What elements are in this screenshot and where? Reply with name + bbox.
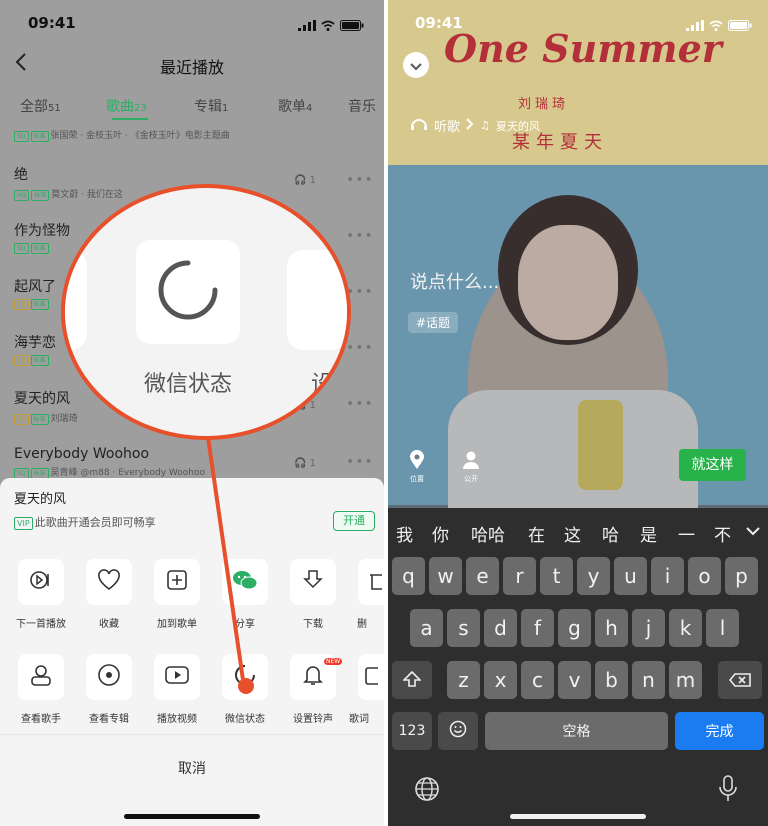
home-indicator — [510, 814, 646, 819]
magnifier-callout: 微信状态 设 — [61, 184, 351, 440]
right-screen: One Summer 刘瑞琦 某年夏天 09:41 听歌 ♫ 夏天的风 说点什么… — [388, 0, 768, 826]
shift-icon — [402, 668, 422, 692]
key-c[interactable]: c — [521, 661, 554, 699]
collapse-button[interactable] — [403, 52, 429, 78]
signal-icon — [686, 16, 704, 35]
key-q[interactable]: q — [392, 557, 425, 595]
key-m[interactable]: m — [669, 661, 702, 699]
done-key[interactable]: 完成 — [675, 712, 764, 750]
backspace-key[interactable] — [718, 661, 762, 699]
suggestion[interactable]: 哈哈 — [471, 521, 505, 546]
topic-chip[interactable]: #话题 — [408, 312, 459, 333]
key-d[interactable]: d — [484, 609, 517, 647]
suggestion[interactable]: 一 — [678, 521, 695, 546]
listen-song: 夏天的风 — [495, 119, 540, 133]
suggestion[interactable]: 在 — [528, 521, 545, 546]
key-o[interactable]: o — [688, 557, 721, 595]
chevron-down-icon — [410, 56, 422, 75]
loading-ring-icon — [157, 259, 219, 325]
location-label: 位置 — [410, 475, 424, 483]
poster-artist: 刘瑞琦 — [518, 97, 570, 112]
visibility-button[interactable]: 公开 — [462, 450, 480, 484]
key-l[interactable]: l — [706, 609, 739, 647]
key-v[interactable]: v — [558, 661, 591, 699]
zoomed-wechat-status-tile — [136, 240, 240, 344]
zoomed-label-partial: 设 — [311, 372, 334, 397]
person-icon — [462, 450, 480, 474]
visibility-label: 公开 — [464, 475, 478, 483]
listen-row[interactable]: 听歌 ♫ 夏天的风 — [410, 116, 540, 135]
listen-icon — [410, 117, 428, 135]
shift-key[interactable] — [392, 661, 432, 699]
location-button[interactable]: 位置 — [408, 450, 426, 484]
key-g[interactable]: g — [558, 609, 591, 647]
emoji-key[interactable] — [438, 712, 478, 750]
key-x[interactable]: x — [484, 661, 517, 699]
key-b[interactable]: b — [595, 661, 628, 699]
suggestion[interactable]: 你 — [432, 521, 449, 546]
key-i[interactable]: i — [651, 557, 684, 595]
chevron-right-icon — [466, 117, 474, 134]
collapse-suggestions-button[interactable] — [738, 516, 768, 544]
suggestion[interactable]: 不 — [714, 521, 731, 546]
key-h[interactable]: h — [595, 609, 628, 647]
key-n[interactable]: n — [632, 661, 665, 699]
microphone-icon — [718, 775, 738, 807]
wifi-icon — [709, 16, 723, 35]
key-a[interactable]: a — [410, 609, 443, 647]
emoji-icon — [449, 719, 467, 743]
zoomed-neighbor-right — [287, 250, 347, 350]
key-k[interactable]: k — [669, 609, 702, 647]
status-time: 09:41 — [415, 14, 463, 32]
backspace-icon — [728, 668, 751, 692]
suggestion[interactable]: 是 — [640, 521, 657, 546]
key-p[interactable]: p — [725, 557, 758, 595]
key-j[interactable]: j — [632, 609, 665, 647]
key-y[interactable]: y — [577, 557, 610, 595]
left-screen: 09:41 最近播放 全部51 歌曲23 专辑1 歌单4 音乐 SQ 标准 张国荣 … — [0, 0, 384, 826]
key-w[interactable]: w — [429, 557, 462, 595]
key-u[interactable]: u — [614, 557, 647, 595]
status-icons — [686, 16, 752, 35]
key-t[interactable]: t — [540, 557, 573, 595]
key-r[interactable]: r — [503, 557, 536, 595]
suggestion[interactable]: 我 — [396, 521, 413, 546]
key-z[interactable]: z — [447, 661, 480, 699]
listen-label: 听歌 — [434, 120, 461, 135]
numbers-key[interactable]: 123 — [392, 712, 432, 750]
battery-icon — [728, 16, 752, 35]
globe-key[interactable] — [414, 776, 440, 806]
status-text-input[interactable]: 说点什么... — [410, 268, 499, 294]
dictation-key[interactable] — [718, 775, 738, 807]
key-e[interactable]: e — [466, 557, 499, 595]
globe-icon — [414, 777, 440, 806]
poster-title: One Summer — [444, 26, 722, 71]
location-pin-icon — [408, 450, 426, 474]
space-key[interactable]: 空格 — [485, 712, 668, 750]
confirm-button[interactable]: 就这样 — [679, 449, 746, 481]
key-f[interactable]: f — [521, 609, 554, 647]
zoomed-neighbor-left — [65, 250, 87, 350]
zoomed-label: 微信状态 — [143, 372, 232, 397]
music-note-icon: ♫ — [480, 119, 490, 132]
key-s[interactable]: s — [447, 609, 480, 647]
chevron-down-icon — [746, 521, 760, 540]
suggestion[interactable]: 哈 — [602, 521, 619, 546]
suggestion[interactable]: 这 — [564, 521, 581, 546]
